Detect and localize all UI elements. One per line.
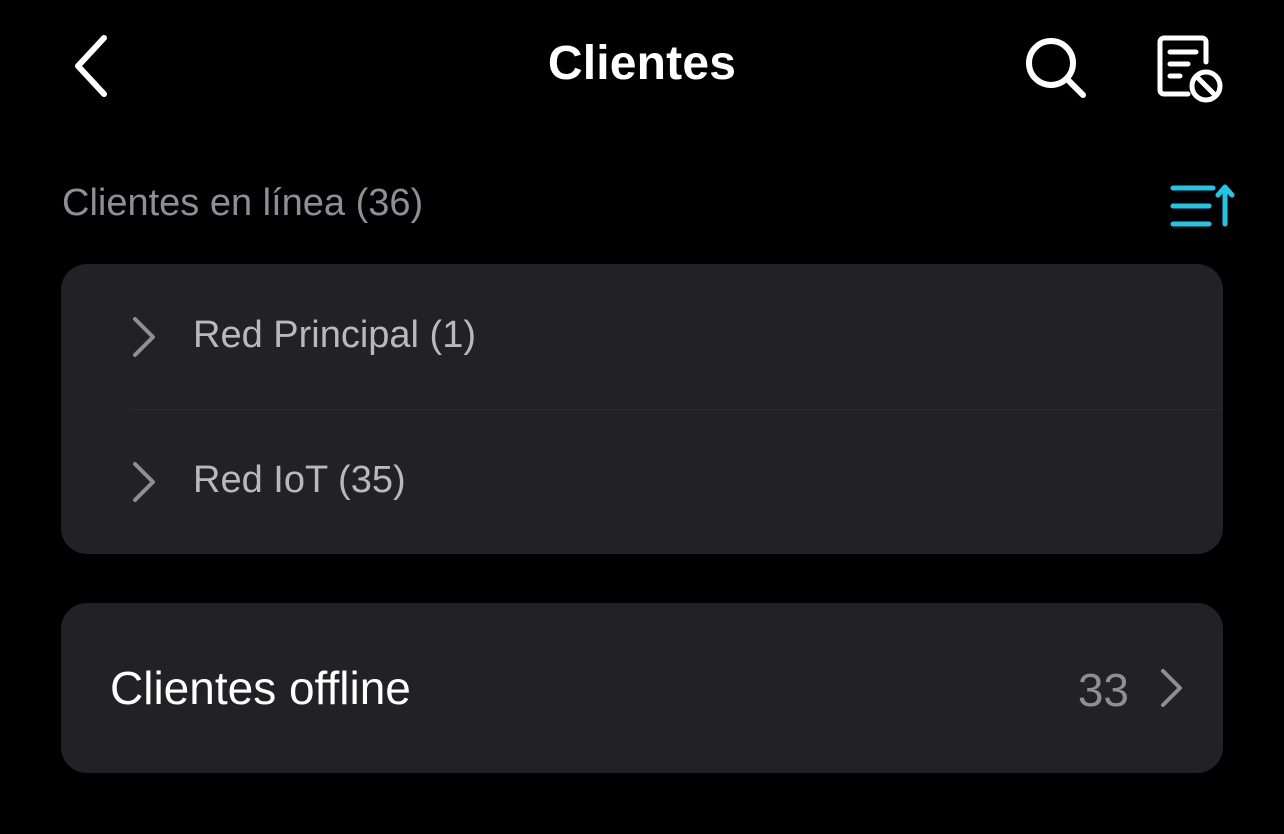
- blocklist-button[interactable]: [1148, 28, 1232, 108]
- group-row-main-network[interactable]: Red Principal (1): [61, 264, 1223, 409]
- group-label: Red IoT (35): [193, 459, 406, 501]
- group-row-iot-network[interactable]: Red IoT (35): [61, 409, 1223, 554]
- search-icon: [1026, 38, 1086, 98]
- online-clients-heading: Clientes en línea (36): [62, 182, 424, 224]
- clients-screen: Clientes Clientes en línea (36) Red Prin…: [0, 0, 1284, 834]
- offline-clients-count: 33: [1077, 664, 1129, 716]
- search-button[interactable]: [1018, 30, 1094, 106]
- group-label: Red Principal (1): [193, 314, 476, 356]
- chevron-right-icon: [133, 462, 155, 502]
- sort-ascending-icon: [1170, 184, 1235, 227]
- sort-button[interactable]: [1164, 176, 1240, 236]
- document-blocked-icon: [1157, 35, 1223, 103]
- chevron-right-icon: [1161, 669, 1182, 707]
- online-groups-card: Red Principal (1) Red IoT (35): [61, 264, 1223, 554]
- offline-clients-label: Clientes offline: [110, 662, 411, 714]
- chevron-right-icon: [133, 317, 155, 357]
- nav-header: Clientes: [0, 0, 1284, 140]
- offline-clients-row[interactable]: Clientes offline 33: [61, 603, 1223, 773]
